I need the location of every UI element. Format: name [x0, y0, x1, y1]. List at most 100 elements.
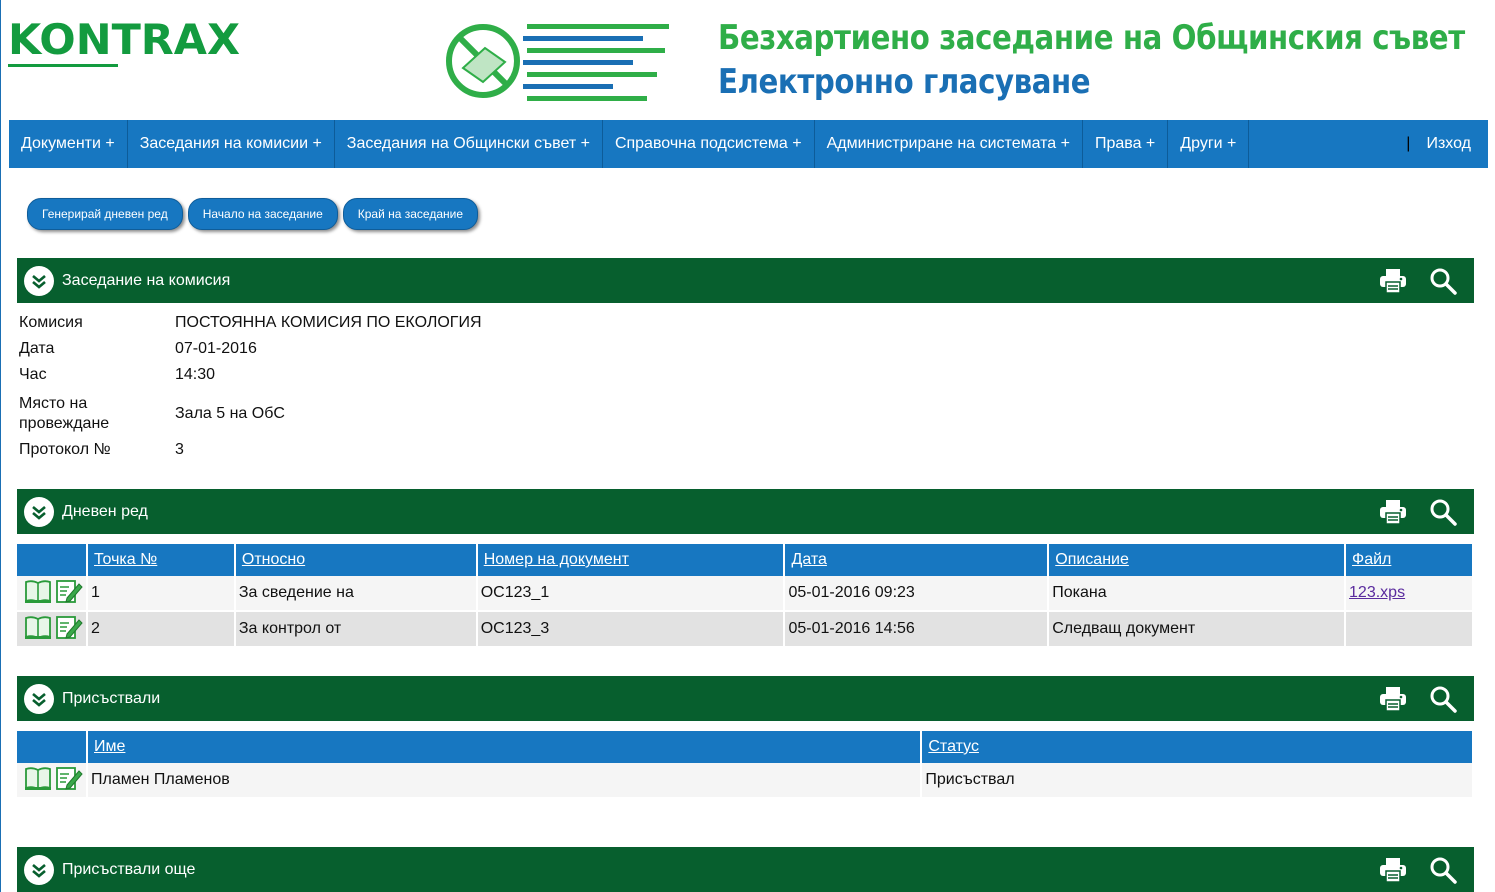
cell-doc-number: ОС123_1 [476, 576, 786, 612]
column-header-label[interactable]: Номер на документ [484, 551, 629, 568]
start-meeting-button[interactable]: Начало на заседание [187, 198, 338, 230]
paperless-emblem-icon [445, 18, 675, 104]
edit-icon[interactable] [55, 614, 83, 645]
section-present-more-header: Присъствали още [17, 847, 1474, 892]
nav-other[interactable]: Други + [1168, 120, 1250, 168]
column-header-about[interactable]: Относно [234, 544, 478, 576]
search-icon[interactable] [1428, 684, 1458, 714]
info-value: Зала 5 на ОбС [175, 405, 285, 422]
column-header-description[interactable]: Описание [1048, 544, 1347, 576]
column-header-point[interactable]: Точка № [87, 544, 236, 576]
column-header-actions [17, 544, 88, 576]
info-label: Час [19, 366, 47, 383]
section-agenda-header: Дневен ред [17, 489, 1474, 534]
cell-file [1345, 611, 1474, 646]
view-book-icon[interactable] [24, 614, 52, 645]
table-row: Пламен Пламенов Присъствал [17, 763, 1474, 797]
info-row-time: Час 14:30 [19, 365, 482, 391]
cell-description: Следващ документ [1048, 611, 1347, 646]
cell-date: 05-01-2016 14:56 [784, 611, 1050, 646]
view-book-icon[interactable] [24, 765, 52, 796]
app-title-line1: Безхартиено заседание на Общинския съвет [718, 18, 1465, 58]
nav-documents[interactable]: Документи + [9, 120, 128, 168]
nav-separator: | [1406, 135, 1411, 152]
attendance-table: Име Статус Пламен Пламенов Присъствал [17, 731, 1474, 797]
nav-reference-subsystem[interactable]: Справочна подсистема + [603, 120, 815, 168]
cell-point: 1 [87, 576, 236, 612]
section-title: Заседание на комисия [62, 271, 231, 289]
row-actions [17, 763, 88, 797]
section-title: Присъствали още [62, 860, 196, 878]
cell-about: За сведение на [234, 576, 478, 612]
info-value: ПОСТОЯННА КОМИСИЯ ПО ЕКОЛОГИЯ [175, 314, 482, 331]
file-link[interactable]: 123.xps [1349, 584, 1405, 601]
column-header-label[interactable]: Статус [928, 738, 979, 755]
section-present-header: Присъствали [17, 676, 1474, 721]
print-icon[interactable] [1378, 266, 1408, 296]
app-title: Безхартиено заседание на Общинския съвет… [718, 16, 1495, 104]
info-label: Протокол № [19, 441, 111, 458]
print-icon[interactable] [1378, 497, 1408, 527]
section-meeting-header: Заседание на комисия [17, 258, 1474, 303]
logout-link[interactable]: Изход [1418, 120, 1488, 168]
info-row-protocol: Протокол № 3 [19, 437, 482, 463]
end-meeting-button[interactable]: Край на заседание [342, 198, 479, 230]
cell-about: За контрол от [234, 611, 478, 646]
info-row-committee: Комисия ПОСТОЯННА КОМИСИЯ ПО ЕКОЛОГИЯ [19, 313, 482, 339]
edit-icon[interactable] [55, 578, 83, 609]
column-header-label[interactable]: Точка № [94, 551, 157, 568]
cell-doc-number: ОС123_3 [476, 611, 786, 646]
print-icon[interactable] [1378, 684, 1408, 714]
info-label: Дата [19, 340, 55, 357]
row-actions [17, 611, 88, 646]
chevron-down-icon[interactable] [24, 265, 54, 296]
table-row: 1 За сведение на ОС123_1 05-01-2016 09:2… [17, 576, 1474, 612]
cell-status: Присъствал [921, 763, 1474, 797]
page-left-border [0, 0, 1, 892]
search-icon[interactable] [1428, 266, 1458, 296]
info-value: 07-01-2016 [175, 340, 257, 357]
column-header-file[interactable]: Файл [1345, 544, 1474, 576]
nav-council-meetings[interactable]: Заседания на Общински съвет + [335, 120, 603, 168]
header: KONTRAX Безхартиено заседание на Общинск… [0, 0, 1495, 120]
meeting-info: Комисия ПОСТОЯННА КОМИСИЯ ПО ЕКОЛОГИЯ Да… [19, 313, 482, 463]
cell-point: 2 [87, 611, 236, 646]
action-buttons: Генерирай дневен ред Начало на заседание… [27, 198, 479, 230]
search-icon[interactable] [1428, 497, 1458, 527]
nav-system-administration[interactable]: Администриране на системата + [815, 120, 1083, 168]
search-icon[interactable] [1428, 855, 1458, 885]
nav-committee-meetings[interactable]: Заседания на комисии + [128, 120, 335, 168]
kontrax-logo: KONTRAX [8, 14, 248, 74]
column-header-actions [17, 731, 88, 763]
chevron-down-icon[interactable] [24, 496, 54, 527]
column-header-label[interactable]: Описание [1055, 551, 1129, 568]
column-header-label[interactable]: Относно [242, 551, 305, 568]
column-header-label[interactable]: Файл [1352, 551, 1391, 568]
info-row-place: Място на провеждане Зала 5 на ОбС [19, 391, 482, 437]
chevron-down-icon[interactable] [24, 683, 54, 714]
agenda-table: Точка № Относно Номер на документ Дата О… [17, 544, 1474, 646]
row-actions [17, 576, 88, 612]
table-row: 2 За контрол от ОС123_3 05-01-2016 14:56… [17, 611, 1474, 646]
column-header-name[interactable]: Име [87, 731, 923, 763]
svg-text:KONTRAX: KONTRAX [8, 15, 240, 64]
info-label: Място на провеждане [19, 395, 110, 432]
table-header-row: Точка № Относно Номер на документ Дата О… [17, 544, 1474, 576]
nav-rights[interactable]: Права + [1083, 120, 1169, 168]
info-value: 14:30 [175, 366, 216, 383]
cell-name: Пламен Пламенов [87, 763, 923, 797]
column-header-label[interactable]: Име [94, 738, 125, 755]
column-header-doc-number[interactable]: Номер на документ [476, 544, 786, 576]
info-value: 3 [175, 441, 184, 458]
chevron-down-icon[interactable] [24, 854, 54, 885]
generate-agenda-button[interactable]: Генерирай дневен ред [27, 198, 183, 230]
column-header-date[interactable]: Дата [784, 544, 1050, 576]
main-nav: Документи + Заседания на комисии + Засед… [9, 120, 1488, 168]
column-header-label[interactable]: Дата [791, 551, 826, 568]
print-icon[interactable] [1378, 855, 1408, 885]
column-header-status[interactable]: Статус [921, 731, 1474, 763]
view-book-icon[interactable] [24, 578, 52, 609]
edit-icon[interactable] [55, 765, 83, 796]
info-row-date: Дата 07-01-2016 [19, 339, 482, 365]
